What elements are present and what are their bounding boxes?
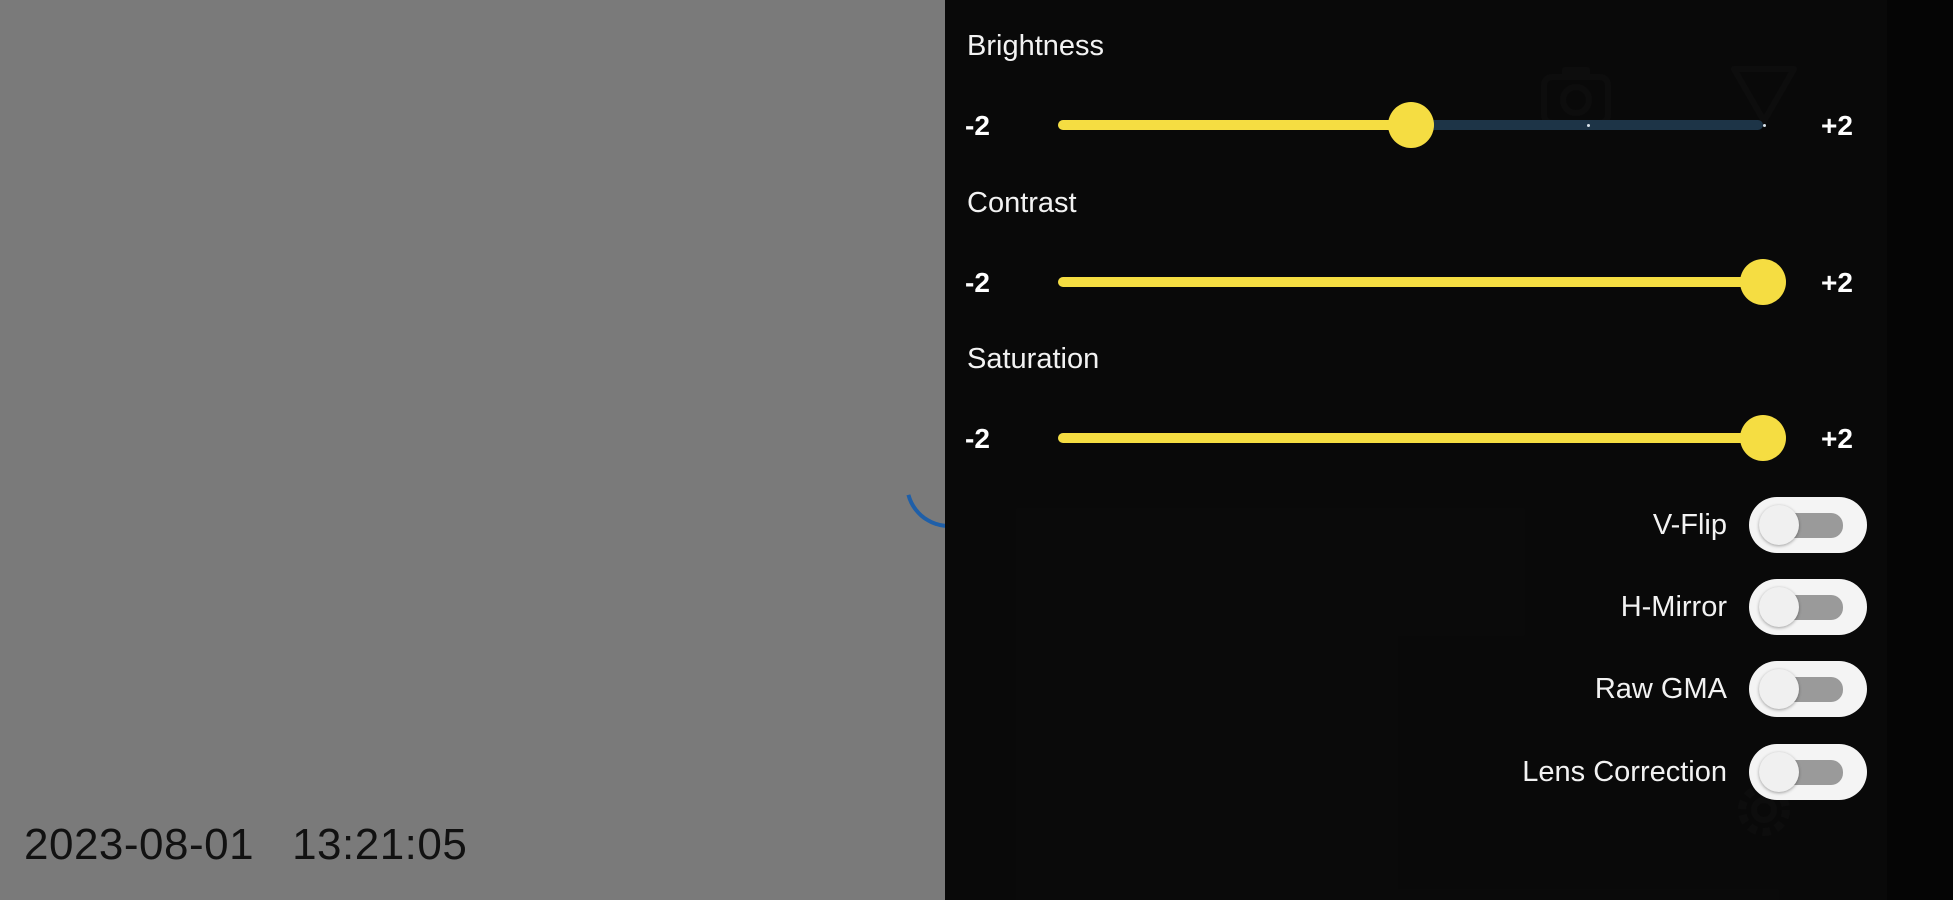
timestamp-overlay: 2023-08-01 13:21:05 bbox=[24, 820, 467, 870]
brightness-label: Brightness bbox=[967, 30, 1105, 62]
brightness-slider-tick bbox=[1586, 124, 1590, 127]
brightness-max-label: +2 bbox=[1821, 110, 1853, 141]
brightness-slider-tick bbox=[1763, 124, 1766, 127]
camera-preview[interactable]: 2023-08-01 13:21:05 bbox=[0, 0, 1010, 900]
brightness-min-label: -2 bbox=[965, 110, 990, 141]
timestamp-time: 13:21:05 bbox=[292, 820, 468, 869]
saturation-label: Saturation bbox=[967, 343, 1100, 375]
brightness-slider-fill bbox=[1058, 120, 1411, 130]
saturation-max-label: +2 bbox=[1821, 423, 1853, 454]
contrast-max-label: +2 bbox=[1821, 267, 1853, 298]
toggle-row-h-mirror: H-Mirror bbox=[1621, 579, 1867, 635]
raw-gma-label: Raw GMA bbox=[1594, 672, 1727, 705]
screen: 2023-08-01 13:21:05 Brightness -2 +2 Con… bbox=[0, 0, 1953, 900]
toggle-knob bbox=[1759, 505, 1799, 545]
lens-correction-toggle[interactable] bbox=[1749, 744, 1867, 800]
toggle-knob bbox=[1759, 587, 1799, 627]
h-mirror-toggle[interactable] bbox=[1749, 579, 1867, 635]
image-settings-panel: Brightness -2 +2 Contrast -2 +2 Saturati… bbox=[945, 0, 1887, 900]
toggle-knob bbox=[1759, 669, 1799, 709]
v-flip-label: V-Flip bbox=[1652, 508, 1727, 541]
toggle-row-lens-correction: Lens Correction bbox=[1522, 744, 1867, 800]
brightness-slider[interactable] bbox=[1058, 102, 1766, 148]
saturation-min-label: -2 bbox=[965, 423, 990, 454]
raw-gma-toggle[interactable] bbox=[1749, 661, 1867, 717]
contrast-slider-thumb[interactable] bbox=[1740, 259, 1786, 305]
toggle-knob bbox=[1759, 752, 1799, 792]
saturation-slider-fill bbox=[1058, 433, 1763, 443]
contrast-min-label: -2 bbox=[965, 267, 990, 298]
contrast-label: Contrast bbox=[967, 187, 1077, 219]
timestamp-date: 2023-08-01 bbox=[24, 820, 255, 869]
lens-correction-label: Lens Correction bbox=[1522, 755, 1727, 788]
v-flip-toggle[interactable] bbox=[1749, 497, 1867, 553]
contrast-slider[interactable] bbox=[1058, 259, 1786, 305]
toggle-row-v-flip: V-Flip bbox=[1653, 497, 1867, 553]
h-mirror-label: H-Mirror bbox=[1620, 590, 1727, 623]
contrast-slider-fill bbox=[1058, 277, 1763, 287]
brightness-slider-thumb[interactable] bbox=[1387, 102, 1434, 148]
saturation-slider[interactable] bbox=[1058, 415, 1786, 461]
saturation-slider-thumb[interactable] bbox=[1740, 415, 1786, 461]
toggle-row-raw-gma: Raw GMA bbox=[1595, 661, 1867, 717]
